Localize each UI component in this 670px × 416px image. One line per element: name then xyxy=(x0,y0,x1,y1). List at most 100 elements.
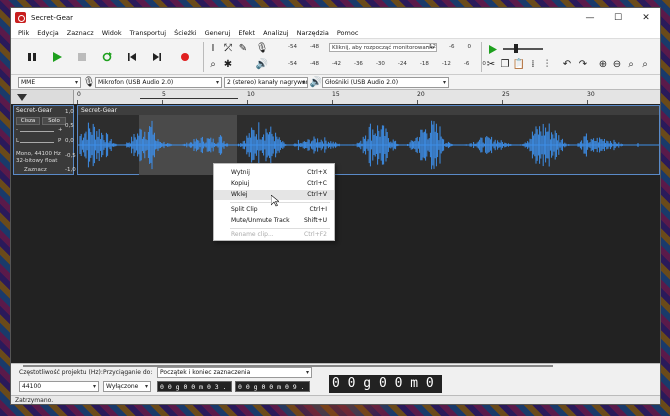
play-button[interactable] xyxy=(48,48,66,66)
amplitude-scale: 1,0 0,5 0,0 -0,5 -1,0 xyxy=(65,105,76,175)
speaker-icon: 🔊 xyxy=(309,76,323,88)
zoom-out-icon[interactable]: ⊖ xyxy=(611,58,623,70)
menu-item-shortcut: Ctrl+I xyxy=(309,206,327,213)
ruler-tick-label: 15 xyxy=(332,91,340,98)
record-meter-tick: -6 xyxy=(448,44,455,50)
selection-tool-icon[interactable]: I xyxy=(207,42,219,54)
menu-item-rename-clip[interactable]: Rename clip... Ctrl+F2 xyxy=(214,230,334,240)
stop-button[interactable] xyxy=(73,48,91,66)
menu-help[interactable]: Pomoc xyxy=(333,29,363,37)
gain-slider[interactable] xyxy=(20,131,54,132)
recording-channels-select[interactable]: 2 (stereo) kanały nagrywani xyxy=(224,77,308,88)
skip-start-button[interactable] xyxy=(123,48,141,66)
redo-icon[interactable]: ↷ xyxy=(577,58,589,70)
menu-item-shortcut: Ctrl+X xyxy=(307,169,327,176)
fit-project-icon[interactable]: ⌕ xyxy=(639,58,651,70)
menu-effect[interactable]: Efekt xyxy=(234,29,259,37)
selection-end-time[interactable]: 0 0 g 0 0 m 0 9 . 3 4 8 s xyxy=(235,381,310,402)
silence-icon[interactable]: ⫶ xyxy=(541,58,553,70)
record-meter-tick: 0 xyxy=(467,44,471,50)
paste-icon[interactable]: 📋 xyxy=(513,58,525,70)
menu-tracks[interactable]: Ścieżki xyxy=(170,29,201,37)
start-monitoring-hint[interactable]: Kliknij, aby rozpocząć monitorowanie xyxy=(329,43,438,52)
menu-item-copy[interactable]: Kopiuj Ctrl+C xyxy=(214,179,334,189)
ruler-tick-label: 10 xyxy=(247,91,255,98)
menu-item-cut[interactable]: Wytnij Ctrl+X xyxy=(214,168,334,178)
status-bar: Zatrzymano. xyxy=(11,395,660,404)
minimize-button[interactable]: — xyxy=(576,8,604,27)
loop-icon xyxy=(102,52,112,62)
select-track-button[interactable]: Zaznacz xyxy=(24,167,47,173)
draw-tool-icon[interactable]: ✎ xyxy=(237,42,249,54)
play-meter-tick: -24 xyxy=(397,61,407,67)
scale-label: 0,5 xyxy=(65,123,74,129)
envelope-tool-icon[interactable]: ⤱ xyxy=(222,42,234,54)
speaker-icon[interactable]: 🔊 xyxy=(256,58,268,70)
playback-device-select[interactable]: Głośniki (USB Audio 2.0) xyxy=(322,77,449,88)
menu-tools[interactable]: Narzędzia xyxy=(293,29,333,37)
waveform[interactable] xyxy=(78,115,659,175)
record-meter-scale-right[interactable]: -12 -6 0 xyxy=(427,43,484,51)
playback-speed-thumb[interactable] xyxy=(514,44,518,53)
menu-select[interactable]: Zaznacz xyxy=(63,29,98,37)
project-rate-select[interactable]: 44100 xyxy=(19,381,99,392)
record-meter-tick: -54 xyxy=(288,44,297,50)
menu-item-mute-unmute-track[interactable]: Mute/Unmute Track Shift+U xyxy=(214,216,334,226)
menu-view[interactable]: Widok xyxy=(98,29,126,37)
selection-range-marker[interactable] xyxy=(140,98,238,99)
menu-item-shortcut: Ctrl+F2 xyxy=(304,231,327,238)
maximize-button[interactable]: ☐ xyxy=(604,8,632,27)
menu-transport[interactable]: Transportuj xyxy=(126,29,170,37)
undo-icon[interactable]: ↶ xyxy=(561,58,573,70)
zoom-in-icon[interactable]: ⊕ xyxy=(597,58,609,70)
menu-file[interactable]: Plik xyxy=(14,29,33,37)
selection-start-time[interactable]: 0 0 g 0 0 m 0 3 . 6 1 1 s xyxy=(157,381,232,402)
pause-button[interactable] xyxy=(23,48,41,66)
cut-icon[interactable]: ✂ xyxy=(485,58,497,70)
fit-selection-icon[interactable]: ⌕ xyxy=(625,58,637,70)
play-meter-tick: -48 xyxy=(309,61,319,67)
play-icon xyxy=(488,44,497,54)
scale-label: 1,0 xyxy=(65,109,74,115)
gain-plus-label: + xyxy=(58,127,63,133)
close-button[interactable]: ✕ xyxy=(632,8,660,27)
snap-to-select[interactable]: Wyłączone xyxy=(103,381,151,392)
pan-slider[interactable] xyxy=(20,142,54,143)
microphone-icon[interactable]: 🎙 xyxy=(256,42,269,54)
clip-header[interactable]: Secret-Gear xyxy=(78,106,659,115)
menu-item-shortcut: Ctrl+V xyxy=(307,191,327,198)
selection-mode-select[interactable]: Początek i koniec zaznaczenia xyxy=(157,367,312,378)
title-bar: Secret-Gear — ☐ ✕ xyxy=(11,8,660,27)
main-toolbar: I ⤱ ✎ ⌕ ✱ 🎙 -54 -48 Kliknij, aby rozpocz… xyxy=(11,39,660,75)
loop-button[interactable] xyxy=(98,48,116,66)
timeline-ruler[interactable]: 0 5 10 15 20 25 30 xyxy=(11,90,660,105)
copy-icon[interactable]: ❐ xyxy=(499,58,511,70)
trim-icon[interactable]: ⁞ xyxy=(527,58,539,70)
menu-generate[interactable]: Generuj xyxy=(201,29,235,37)
skip-start-icon xyxy=(128,53,136,61)
audio-clip[interactable]: Secret-Gear xyxy=(77,105,660,175)
record-meter-tick: -48 xyxy=(309,44,319,50)
track-name-menu[interactable]: Secret-Gear xyxy=(16,107,52,114)
skip-end-button[interactable] xyxy=(148,48,166,66)
audio-host-select[interactable]: MME xyxy=(18,77,81,88)
audio-position-display[interactable]: 0 0 g 0 0 m 0 4 s xyxy=(329,375,442,404)
menu-edit[interactable]: Edycja xyxy=(33,29,62,37)
record-button[interactable] xyxy=(176,48,194,66)
gain-minus-label: - xyxy=(16,127,18,133)
record-meter-tick: -12 xyxy=(427,44,436,50)
stop-icon xyxy=(78,53,86,61)
playback-speed-slider[interactable] xyxy=(503,48,543,50)
multi-tool-icon[interactable]: ✱ xyxy=(222,58,234,70)
menu-item-shortcut: Shift+U xyxy=(303,217,327,224)
playback-meter-scale[interactable]: -54 -48 -42 -36 -30 -24 -18 -12 -6 0 xyxy=(288,60,499,68)
record-meter-scale[interactable]: -54 -48 xyxy=(288,43,332,51)
toolbar-separator xyxy=(481,42,482,72)
track-area[interactable]: Secret-Gear Cisza Solo - + L P Mono, 441… xyxy=(11,104,660,363)
menu-analyze[interactable]: Analizuj xyxy=(259,29,293,37)
mute-button[interactable]: Cisza xyxy=(16,117,40,125)
play-at-speed-button[interactable] xyxy=(483,40,501,58)
solo-button[interactable]: Solo xyxy=(42,117,66,125)
recording-device-select[interactable]: Mikrofon (USB Audio 2.0) xyxy=(95,77,222,88)
zoom-tool-icon[interactable]: ⌕ xyxy=(207,58,219,70)
